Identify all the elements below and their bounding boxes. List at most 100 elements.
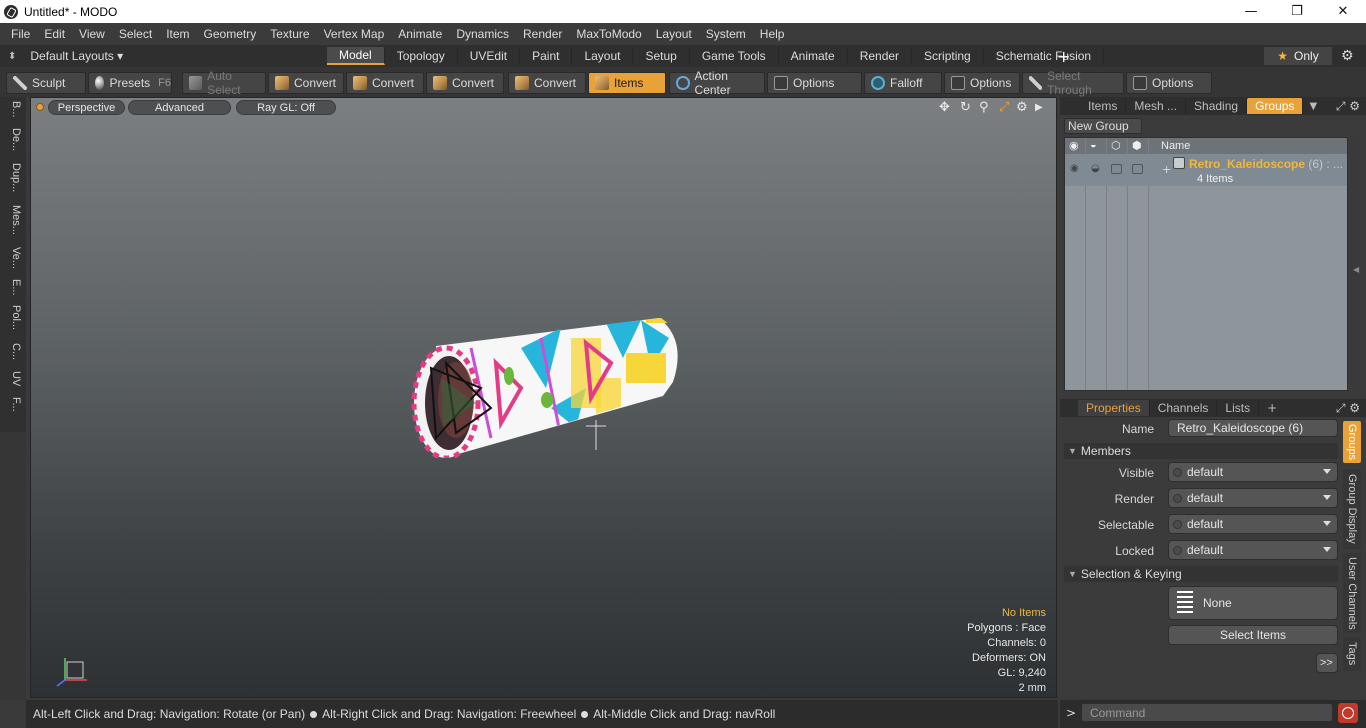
row-select-checkbox[interactable] — [1111, 164, 1122, 174]
menu-maxtomodo[interactable]: MaxToModo — [569, 27, 648, 41]
menu-help[interactable]: Help — [753, 27, 792, 41]
render-dropdown[interactable]: default — [1168, 488, 1338, 508]
advanced-shading-button[interactable]: Advanced — [128, 100, 231, 115]
close-button[interactable]: ✕ — [1320, 0, 1366, 23]
zoom-icon[interactable]: ⚲ — [979, 100, 989, 115]
left-tab-vertex[interactable]: Ve... — [4, 247, 22, 275]
tab-items[interactable]: Items — [1080, 98, 1127, 114]
falloff-options-button[interactable]: Options — [944, 72, 1020, 94]
maximize-button[interactable]: ❐ — [1274, 0, 1320, 23]
side-tab-tags[interactable]: Tags — [1343, 637, 1361, 671]
only-toggle[interactable]: ★ Only — [1264, 47, 1332, 65]
tab-properties[interactable]: Properties — [1078, 400, 1150, 416]
menu-select[interactable]: Select — [112, 27, 159, 41]
menu-vertex-map[interactable]: Vertex Map — [317, 27, 392, 41]
add-layout-tab-button[interactable]: + — [1057, 47, 1073, 66]
tab-layout[interactable]: Layout — [572, 47, 634, 65]
tab-paint[interactable]: Paint — [520, 47, 573, 65]
row-render-icon[interactable]: ◒ — [1091, 163, 1100, 174]
render-col-icon[interactable]: ◒ — [1090, 139, 1097, 151]
selectable-dropdown[interactable]: default — [1168, 514, 1338, 534]
visible-dropdown[interactable]: default — [1168, 462, 1338, 482]
menu-dynamics[interactable]: Dynamics — [449, 27, 516, 41]
left-tab-mesh-edit[interactable]: Mes... — [4, 205, 22, 243]
menu-edit[interactable]: Edit — [37, 27, 72, 41]
tab-model[interactable]: Model — [327, 47, 385, 65]
locked-dropdown[interactable]: default — [1168, 540, 1338, 560]
tab-groups[interactable]: Groups — [1247, 98, 1304, 114]
gear-icon[interactable]: ⚙ — [1341, 48, 1357, 64]
presets-button[interactable]: Presets F6 — [88, 72, 172, 94]
rotate-icon[interactable]: ↻ — [960, 100, 971, 115]
left-tab-uv[interactable]: UV — [4, 371, 22, 393]
left-tab-deform[interactable]: De... — [4, 128, 22, 158]
menu-layout[interactable]: Layout — [649, 27, 699, 41]
convert-vertices-button[interactable]: Convert — [268, 72, 344, 94]
viewport-menu-dot[interactable] — [36, 103, 44, 111]
row-eye-icon[interactable]: ◉ — [1070, 163, 1079, 174]
record-macro-button[interactable] — [1338, 703, 1358, 723]
expand-plus-icon[interactable]: + — [1162, 163, 1171, 176]
menu-texture[interactable]: Texture — [263, 27, 316, 41]
group-list[interactable]: ◉ ◒ ⬡ ⬢ Name ◉ ◒ + Retro_Kaleidoscope (6… — [1064, 137, 1348, 391]
convert-polygons-button[interactable]: Convert — [426, 72, 504, 94]
panel-expand-icon[interactable]: ⤢ ⚙ — [1336, 99, 1360, 114]
visible-col-eye-icon[interactable]: ◉ — [1069, 139, 1079, 152]
menu-geometry[interactable]: Geometry — [197, 27, 264, 41]
tab-channels[interactable]: Channels — [1150, 400, 1218, 416]
lock-col-icon[interactable]: ⬢ — [1132, 139, 1142, 152]
menu-animate[interactable]: Animate — [391, 27, 449, 41]
convert-materials-button[interactable]: Convert — [508, 72, 586, 94]
menu-view[interactable]: View — [72, 27, 112, 41]
viewport-gear-icon[interactable]: ⚙ — [1016, 100, 1028, 115]
auto-select-button[interactable]: Auto Select — [182, 69, 266, 97]
tab-lists[interactable]: Lists — [1217, 400, 1260, 416]
left-tab-duplicate[interactable]: Dup... — [4, 163, 22, 201]
default-layouts-dropdown[interactable]: ⬍ Default Layouts ▾ — [8, 48, 123, 64]
locked-key-dot[interactable] — [1173, 546, 1182, 555]
pan-icon[interactable]: ✥ — [939, 100, 950, 115]
left-tab-polygon[interactable]: Pol... — [4, 305, 22, 339]
action-center-button[interactable]: Action Center — [669, 69, 765, 97]
falloff-button[interactable]: Falloff — [864, 72, 942, 94]
render-key-dot[interactable] — [1173, 494, 1182, 503]
select-items-button[interactable]: Select Items — [1168, 625, 1338, 645]
tab-uvedit[interactable]: UVEdit — [458, 47, 521, 65]
menu-render[interactable]: Render — [516, 27, 569, 41]
left-tab-edge[interactable]: E... — [4, 279, 22, 301]
group-list-scrollbar[interactable]: ◀ — [1350, 137, 1362, 391]
selectable-key-dot[interactable] — [1173, 520, 1182, 529]
left-tab-fusion[interactable]: F... — [4, 397, 22, 419]
tab-render[interactable]: Render — [848, 47, 913, 65]
menu-file[interactable]: File — [4, 27, 37, 41]
left-tab-curve[interactable]: C... — [4, 343, 22, 365]
tabs-dropdown-icon[interactable]: ▼ — [1309, 101, 1317, 112]
select-through-button[interactable]: Select Through — [1022, 69, 1124, 97]
more-button[interactable]: >> — [1316, 653, 1338, 673]
tab-schematic-fusion[interactable]: Schematic Fusion — [984, 47, 1105, 65]
command-input[interactable]: Command — [1081, 703, 1333, 722]
action-center-options-button[interactable]: Options — [767, 72, 862, 94]
menu-system[interactable]: System — [699, 27, 753, 41]
3d-viewport[interactable]: Perspective Advanced Ray GL: Off ✥ ↻ ⚲ ⤢… — [30, 97, 1057, 698]
selection-keying-section[interactable]: ▼ Selection & Keying — [1064, 566, 1338, 582]
new-group-button[interactable]: New Group — [1064, 118, 1142, 134]
menu-item[interactable]: Item — [159, 27, 196, 41]
items-mode-button[interactable]: Items — [588, 72, 666, 94]
group-row[interactable]: ◉ ◒ + Retro_Kaleidoscope (6) : ... 4 Ite… — [1065, 154, 1347, 186]
name-field[interactable]: Retro_Kaleidoscope (6) — [1168, 419, 1338, 437]
fit-icon[interactable]: ⤢ — [999, 100, 1009, 115]
side-tab-groups[interactable]: Groups — [1343, 421, 1361, 463]
panel-expand-icon[interactable]: ⤢ ⚙ — [1336, 401, 1360, 416]
tab-game-tools[interactable]: Game Tools — [690, 47, 779, 65]
kaleidoscope-model[interactable] — [401, 308, 691, 458]
tab-mesh[interactable]: Mesh ... — [1126, 98, 1187, 114]
members-section[interactable]: ▼ Members — [1064, 443, 1338, 459]
side-tab-user-channels[interactable]: User Channels — [1343, 553, 1361, 633]
select-col-icon[interactable]: ⬡ — [1111, 139, 1121, 152]
row-lock-checkbox[interactable] — [1132, 164, 1143, 174]
viewport-expand-icon[interactable]: ▶ — [1035, 102, 1043, 113]
side-tab-group-display[interactable]: Group Display — [1343, 469, 1361, 549]
name-column-header[interactable]: Name — [1161, 140, 1190, 152]
minimize-button[interactable]: — — [1228, 0, 1274, 23]
